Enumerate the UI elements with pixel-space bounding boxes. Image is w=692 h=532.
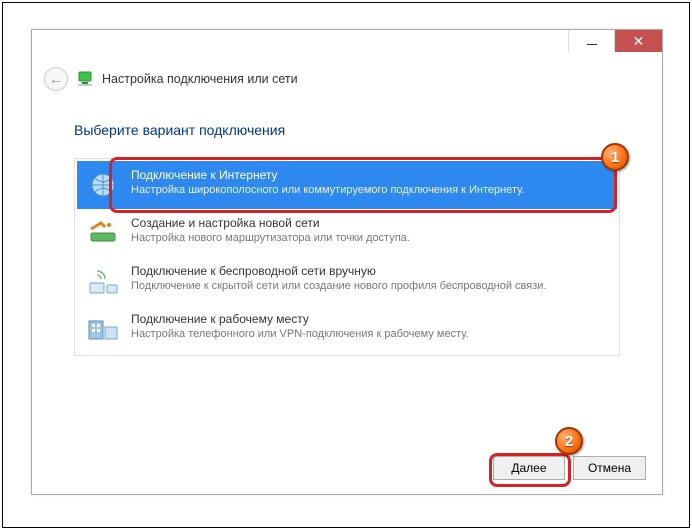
back-button[interactable]: ←: [44, 67, 68, 91]
option-title: Подключение к рабочему месту: [131, 311, 469, 327]
option-workplace[interactable]: Подключение к рабочему месту Настройка т…: [77, 305, 617, 353]
window-title: Настройка подключения или сети: [102, 72, 298, 86]
option-desc: Настройка широкополосного или коммутируе…: [131, 183, 525, 198]
workplace-icon: [85, 311, 121, 347]
router-setup-icon: [85, 215, 121, 251]
marker-1: 1: [601, 143, 629, 171]
wizard-window: ← Настройка подключения или сети Выберит…: [31, 29, 663, 495]
option-desc: Настройка телефонного или VPN-подключени…: [131, 327, 469, 342]
options-list: Подключение к Интернету Настройка широко…: [74, 158, 620, 356]
option-title: Подключение к беспроводной сети вручную: [131, 263, 546, 279]
wizard-content: Выберите вариант подключения Подключение…: [32, 100, 662, 366]
option-title: Создание и настройка новой сети: [131, 215, 410, 231]
next-button[interactable]: Далее: [493, 456, 565, 480]
title-bar: [32, 30, 662, 58]
page-heading: Выберите вариант подключения: [74, 122, 620, 138]
minimize-button[interactable]: [568, 30, 614, 52]
option-desc: Настройка нового маршрутизатора или точк…: [131, 231, 410, 246]
option-internet-connection[interactable]: Подключение к Интернету Настройка широко…: [77, 161, 617, 209]
screenshot-frame: ← Настройка подключения или сети Выберит…: [2, 2, 690, 528]
option-title: Подключение к Интернету: [131, 167, 525, 183]
network-wizard-icon: [76, 70, 94, 88]
option-wireless-manual[interactable]: Подключение к беспроводной сети вручную …: [77, 257, 617, 305]
close-button[interactable]: [614, 30, 662, 52]
wireless-icon: [85, 263, 121, 299]
option-desc: Подключение к скрытой сети или создание …: [131, 279, 546, 294]
wizard-header: ← Настройка подключения или сети: [32, 58, 662, 100]
option-new-network[interactable]: Создание и настройка новой сети Настройк…: [77, 209, 617, 257]
wizard-footer: Далее Отмена: [493, 456, 646, 480]
globe-icon: [85, 167, 121, 203]
marker-2: 2: [555, 427, 583, 455]
cancel-button[interactable]: Отмена: [573, 456, 646, 480]
